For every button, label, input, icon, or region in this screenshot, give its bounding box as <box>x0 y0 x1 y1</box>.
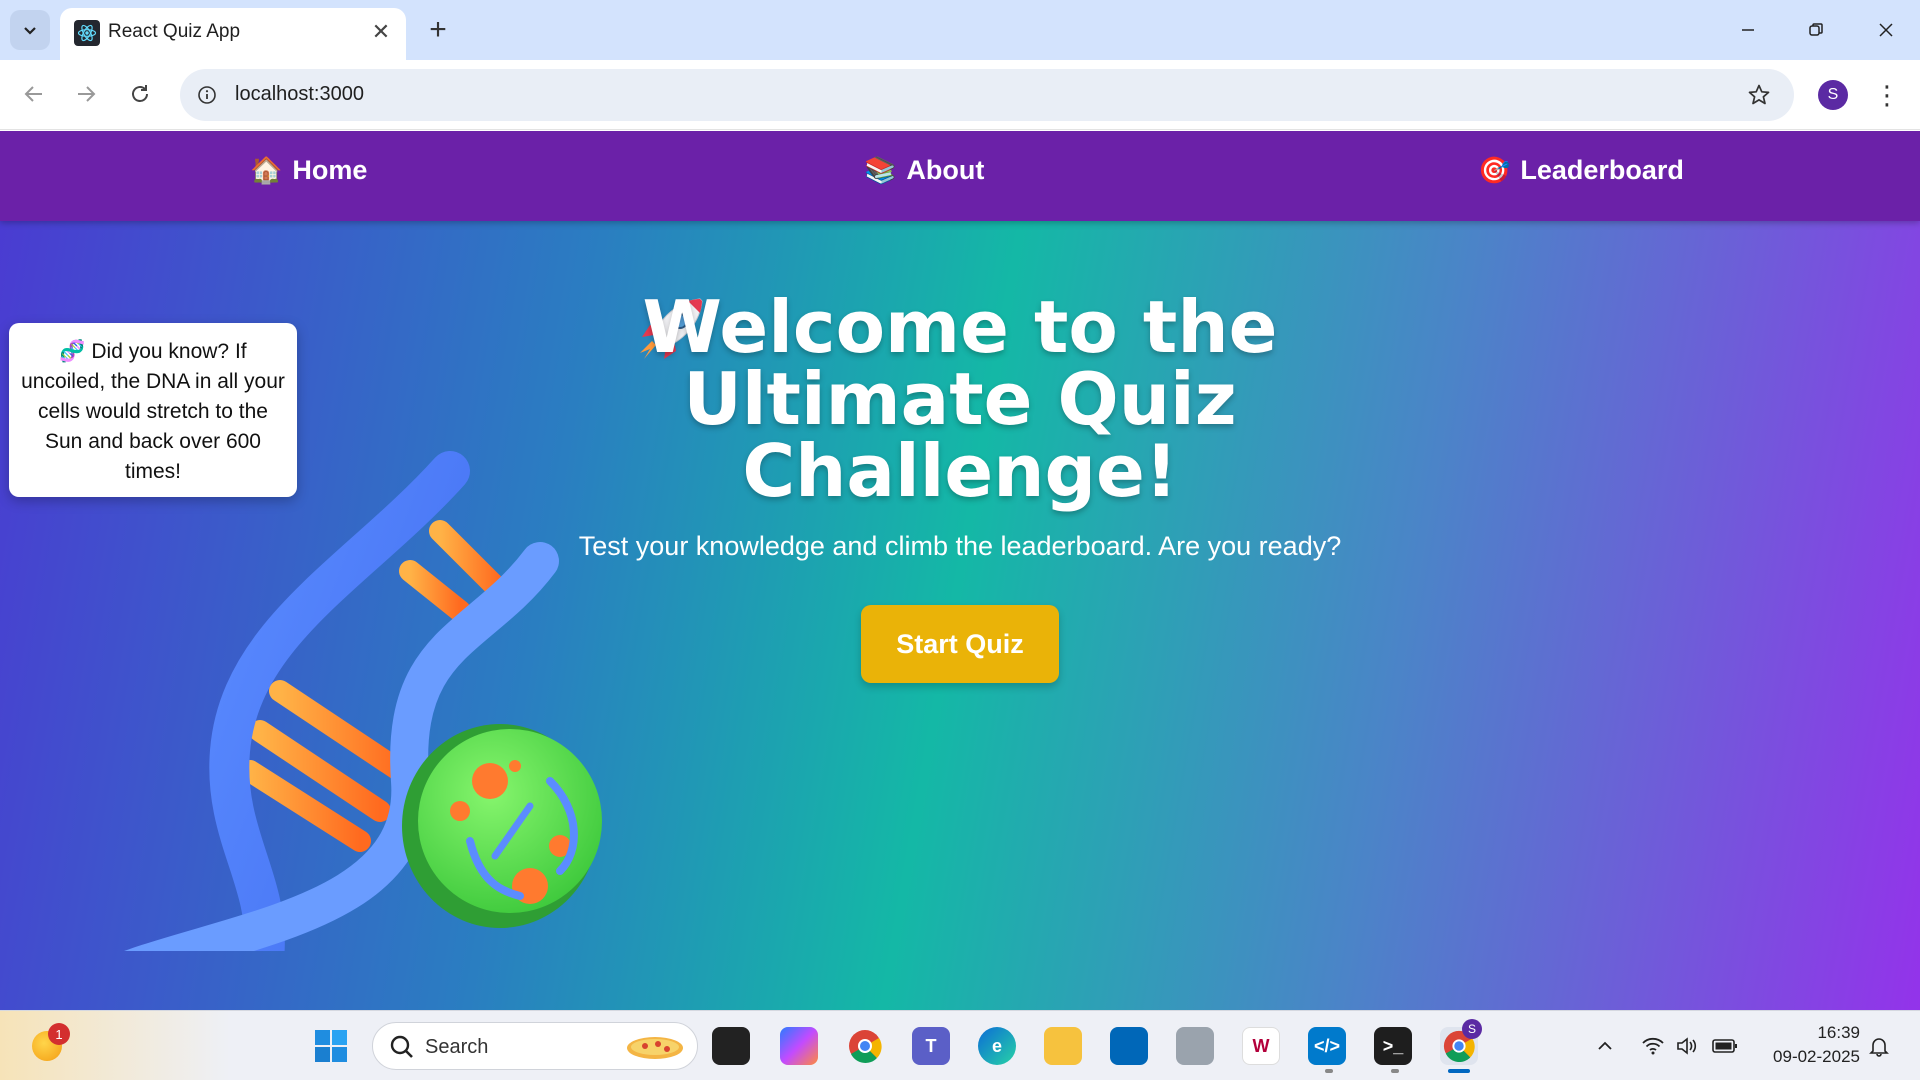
hero-title: Welcome to the Ultimate Quiz Challenge! <box>642 285 1278 513</box>
browser-tab-strip: React Quiz App ✕ + <box>0 0 1920 60</box>
teams-icon[interactable]: T <box>912 1027 950 1065</box>
terminal-icon[interactable]: >_ <box>1374 1027 1412 1065</box>
chrome-profile-badge: S <box>1462 1019 1482 1039</box>
battery-icon[interactable] <box>1712 1033 1738 1059</box>
vscode-icon[interactable]: </> <box>1308 1027 1346 1065</box>
microsoft-store-icon[interactable] <box>1110 1027 1148 1065</box>
system-clock[interactable]: 16:39 09-02-2025 <box>1752 1021 1860 1069</box>
clock-time: 16:39 <box>1817 1023 1860 1042</box>
printer-icon[interactable] <box>1176 1027 1214 1065</box>
nav-leaderboard-label: Leaderboard <box>1520 155 1684 185</box>
url-text: localhost:3000 <box>235 83 364 105</box>
cell-illustration <box>402 724 602 928</box>
dna-icon: 🧬 <box>59 340 86 363</box>
nav-about[interactable]: 📚 About <box>864 155 984 186</box>
minimize-icon[interactable] <box>1718 8 1778 52</box>
notification-bell-icon[interactable] <box>1866 1033 1892 1059</box>
active-indicator <box>1448 1069 1470 1073</box>
tab-search-button[interactable] <box>10 10 50 50</box>
fun-fact-card: 🧬 Did you know? If uncoiled, the DNA in … <box>9 323 297 497</box>
target-icon: 🎯 <box>1478 155 1511 185</box>
chrome-icon[interactable] <box>846 1027 884 1065</box>
copilot-icon[interactable] <box>780 1027 818 1065</box>
browser-tab-active[interactable]: React Quiz App ✕ <box>60 8 406 60</box>
address-bar[interactable]: localhost:3000 <box>180 69 1794 121</box>
restore-icon[interactable] <box>1786 8 1846 52</box>
weather-badge: 1 <box>48 1023 70 1045</box>
weather-widget[interactable]: 1 <box>0 1011 230 1080</box>
close-window-icon[interactable] <box>1856 8 1916 52</box>
pizza-icon <box>627 1037 683 1059</box>
reload-icon[interactable] <box>120 74 160 114</box>
wifi-icon[interactable] <box>1640 1033 1666 1059</box>
start-quiz-button[interactable]: Start Quiz <box>861 605 1059 683</box>
nav-about-label: About <box>906 155 985 185</box>
books-icon: 📚 <box>864 155 897 185</box>
volume-icon[interactable] <box>1674 1033 1700 1059</box>
winrar-icon[interactable]: W <box>1242 1027 1280 1065</box>
site-info-icon[interactable] <box>194 82 220 108</box>
browser-toolbar: localhost:3000 S ⋮ <box>0 60 1920 130</box>
app-navbar: 🏠 Home 📚 About 🎯 Leaderboard <box>0 131 1920 221</box>
hero-subtitle: Test your knowledge and climb the leader… <box>578 531 1342 561</box>
forward-arrow-icon[interactable] <box>66 74 106 114</box>
taskbar-search[interactable]: Search <box>372 1022 698 1070</box>
close-tab-icon[interactable]: ✕ <box>368 19 394 45</box>
house-icon: 🏠 <box>250 155 283 185</box>
edge-icon[interactable]: e <box>978 1027 1016 1065</box>
running-indicator <box>1391 1069 1399 1073</box>
bookmark-star-icon[interactable] <box>1744 80 1774 110</box>
nav-home[interactable]: 🏠 Home <box>250 155 367 186</box>
profile-avatar[interactable]: S <box>1818 80 1848 110</box>
react-logo-icon <box>74 20 100 46</box>
search-icon <box>390 1035 413 1058</box>
tab-title: React Quiz App <box>108 21 241 42</box>
nav-home-label: Home <box>292 155 368 185</box>
app-viewport: 🏠 Home 📚 About 🎯 Leaderboard 🧬 Did you k… <box>0 131 1920 1010</box>
chevron-down-icon <box>24 27 36 35</box>
search-placeholder: Search <box>425 1036 489 1058</box>
task-view-icon[interactable] <box>712 1027 750 1065</box>
running-indicator <box>1325 1069 1333 1073</box>
file-explorer-icon[interactable] <box>1044 1027 1082 1065</box>
taskbar: 1 Search T e W </> >_ S 16:39 09-02-2025 <box>0 1010 1920 1080</box>
clock-date: 09-02-2025 <box>1773 1047 1860 1066</box>
back-arrow-icon[interactable] <box>14 74 54 114</box>
menu-kebab-icon[interactable]: ⋮ <box>1870 78 1904 112</box>
new-tab-button[interactable]: + <box>420 12 456 48</box>
nav-leaderboard[interactable]: 🎯 Leaderboard <box>1478 155 1684 186</box>
chevron-up-icon[interactable] <box>1592 1033 1618 1059</box>
windows-start-icon[interactable] <box>312 1027 350 1065</box>
